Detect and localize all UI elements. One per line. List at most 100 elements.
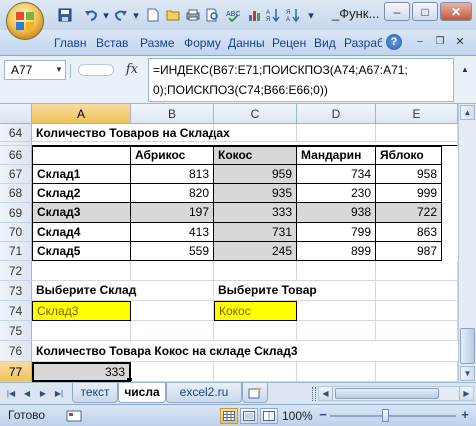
- cell-a70[interactable]: Склад4: [32, 223, 131, 242]
- insert-sheet-icon[interactable]: [242, 383, 268, 403]
- cell-b66[interactable]: Абрикос: [131, 146, 214, 165]
- cell-e72[interactable]: [376, 261, 458, 281]
- row-header-67[interactable]: 67: [0, 165, 32, 184]
- office-button[interactable]: [6, 2, 44, 40]
- zoom-slider-thumb[interactable]: [382, 409, 389, 422]
- cell-a76[interactable]: Количество Товара Кокос на складе Склад3: [32, 341, 458, 362]
- new-document-icon[interactable]: [146, 7, 160, 23]
- undo-icon[interactable]: [84, 7, 98, 23]
- cell-c73[interactable]: Выберите Товар: [214, 281, 317, 301]
- cell-c64[interactable]: [214, 124, 297, 142]
- formula-input[interactable]: =ИНДЕКС(B67:E71;ПОИСКПОЗ(A74;A67:A71; 0)…: [148, 58, 454, 102]
- cell-d74[interactable]: [297, 301, 376, 321]
- cell-a68[interactable]: Склад2: [32, 184, 131, 203]
- cell-d71[interactable]: 899: [297, 242, 376, 261]
- cell-e69[interactable]: 722: [376, 203, 442, 223]
- save-icon[interactable]: [58, 7, 72, 23]
- cell-b64[interactable]: [131, 124, 214, 142]
- undo-dropdown-icon[interactable]: ▾: [102, 7, 110, 23]
- cell-a69[interactable]: Склад3: [32, 203, 131, 223]
- print-preview-icon[interactable]: [206, 7, 220, 23]
- cell-d75[interactable]: [297, 321, 376, 341]
- cell-e64[interactable]: [376, 124, 458, 142]
- zoom-slider-track[interactable]: [330, 415, 456, 417]
- cell-c70[interactable]: 731: [214, 223, 297, 242]
- tab-review[interactable]: Рецен: [270, 35, 310, 55]
- prev-sheet-icon[interactable]: ◀: [20, 386, 34, 401]
- workbook-close-icon[interactable]: ✕: [454, 36, 466, 48]
- row-header-70[interactable]: 70: [0, 223, 32, 242]
- scroll-up-icon[interactable]: ▲: [460, 105, 475, 120]
- column-header-b[interactable]: B: [131, 104, 214, 124]
- first-sheet-icon[interactable]: |◀: [4, 386, 18, 401]
- row-header-68[interactable]: 68: [0, 184, 32, 203]
- cell-d73[interactable]: [297, 281, 376, 301]
- scroll-down-icon[interactable]: ▼: [460, 366, 475, 381]
- tab-insert[interactable]: Встав: [94, 35, 134, 55]
- last-sheet-icon[interactable]: ▶|: [52, 386, 66, 401]
- column-header-a[interactable]: A: [32, 104, 131, 124]
- row-header-77[interactable]: 77: [0, 362, 32, 382]
- cell-c71[interactable]: 245: [214, 242, 297, 261]
- tab-split-handle[interactable]: [312, 387, 316, 401]
- cell-e77[interactable]: [376, 362, 458, 382]
- normal-view-icon[interactable]: [220, 408, 238, 424]
- select-all-button[interactable]: [0, 104, 32, 124]
- chart-icon[interactable]: [248, 7, 262, 23]
- cell-c66[interactable]: Кокос: [214, 146, 297, 165]
- worksheet-grid[interactable]: A B C D E 64 65 66 67 68 69 70 71 72 73 …: [0, 104, 458, 382]
- cell-b67[interactable]: 813: [131, 165, 214, 184]
- cell-e73[interactable]: [376, 281, 458, 301]
- cell-d68[interactable]: 230: [297, 184, 376, 203]
- cell-b69[interactable]: 197: [131, 203, 214, 223]
- cell-d64[interactable]: [297, 124, 376, 142]
- cell-e67[interactable]: 958: [376, 165, 442, 184]
- page-layout-view-icon[interactable]: [240, 408, 258, 424]
- open-icon[interactable]: [166, 7, 180, 23]
- row-header-69[interactable]: 69: [0, 203, 32, 223]
- row-header-74[interactable]: 74: [0, 301, 32, 321]
- cell-b72[interactable]: [131, 261, 214, 281]
- row-header-64[interactable]: 64: [0, 124, 32, 142]
- sheet-tab-excel2[interactable]: excel2.ru: [166, 383, 242, 403]
- expand-formula-bar-icon[interactable]: ▲: [458, 60, 472, 80]
- cell-d69[interactable]: 938: [297, 203, 376, 223]
- cell-e74[interactable]: [376, 301, 458, 321]
- cell-d70[interactable]: 799: [297, 223, 376, 242]
- cell-c69[interactable]: 333: [214, 203, 297, 223]
- cell-e71[interactable]: 987: [376, 242, 442, 261]
- vertical-scroll-thumb[interactable]: [460, 328, 475, 364]
- cell-e70[interactable]: 863: [376, 223, 442, 242]
- help-icon[interactable]: ?: [386, 34, 402, 50]
- cell-b71[interactable]: 559: [131, 242, 214, 261]
- sheet-tab-numbers[interactable]: числа: [118, 383, 166, 403]
- vertical-scrollbar[interactable]: ▲ ▼: [458, 104, 476, 382]
- cell-b70[interactable]: 413: [131, 223, 214, 242]
- cell-b74[interactable]: [131, 301, 214, 321]
- minimize-button[interactable]: –: [384, 2, 410, 21]
- customize-qat-icon[interactable]: ▾: [306, 7, 316, 23]
- zoom-in-icon[interactable]: +: [458, 408, 472, 423]
- close-button[interactable]: ✕: [440, 2, 472, 21]
- spelling-icon[interactable]: ABC: [226, 7, 240, 23]
- insert-function-icon[interactable]: fx: [120, 60, 144, 80]
- cell-a75[interactable]: [32, 321, 131, 341]
- scroll-left-icon[interactable]: ◀: [319, 387, 333, 400]
- row-header-71[interactable]: 71: [0, 242, 32, 261]
- name-box-dropdown-icon[interactable]: ▼: [52, 60, 66, 80]
- sort-desc-icon[interactable]: ЯA: [286, 7, 300, 23]
- product-select-cell[interactable]: Кокос: [214, 301, 297, 321]
- workbook-minimize-icon[interactable]: –: [414, 36, 426, 48]
- cell-c67[interactable]: 959: [214, 165, 297, 184]
- sort-icon[interactable]: AЯ: [266, 7, 280, 23]
- cell-e68[interactable]: 999: [376, 184, 442, 203]
- row-header-72[interactable]: 72: [0, 261, 32, 281]
- tab-view[interactable]: Вид: [312, 35, 338, 55]
- cell-b75[interactable]: [131, 321, 214, 341]
- cell-a67[interactable]: Склад1: [32, 165, 131, 184]
- column-header-c[interactable]: C: [214, 104, 297, 124]
- row-header-66[interactable]: 66: [0, 146, 32, 165]
- cell-d77[interactable]: [297, 362, 376, 382]
- macro-record-icon[interactable]: [66, 409, 82, 423]
- cell-c68[interactable]: 935: [214, 184, 297, 203]
